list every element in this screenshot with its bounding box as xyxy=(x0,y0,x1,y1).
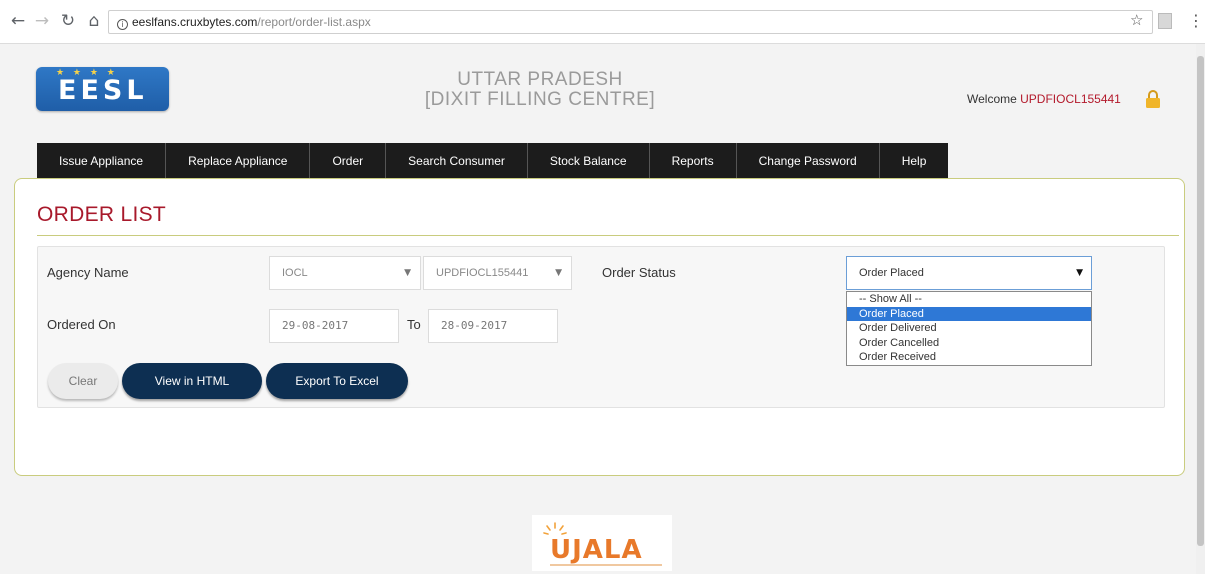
nav-issue-appliance[interactable]: Issue Appliance xyxy=(37,143,167,179)
bookmark-star-icon[interactable]: ☆ xyxy=(1130,11,1143,29)
agency-code-select[interactable]: UPDFIOCL155441 ▼ xyxy=(423,256,572,290)
welcome-label: Welcome xyxy=(967,92,1017,106)
status-option-show-all[interactable]: -- Show All -- xyxy=(847,292,1091,307)
status-option-order-received[interactable]: Order Received xyxy=(847,350,1091,365)
agency-company-select[interactable]: IOCL ▼ xyxy=(269,256,421,290)
status-option-order-delivered[interactable]: Order Delivered xyxy=(847,321,1091,336)
ujala-tagline xyxy=(550,564,662,566)
order-status-value: Order Placed xyxy=(859,267,924,279)
order-list-panel: ORDER LIST Agency Name IOCL ▼ UPDFIOCL15… xyxy=(14,178,1185,476)
home-icon[interactable]: ⌂ xyxy=(84,11,104,31)
nav-order[interactable]: Order xyxy=(310,143,387,179)
reload-icon[interactable]: ↻ xyxy=(58,11,78,31)
address-bar[interactable]: i eeslfans.cruxbytes.com/report/order-lis… xyxy=(108,10,1153,34)
agency-company-value: IOCL xyxy=(282,267,308,279)
browser-menu-icon[interactable]: ⋮ xyxy=(1188,11,1204,30)
order-status-label: Order Status xyxy=(602,265,676,280)
chevron-down-icon: ▼ xyxy=(1076,268,1083,278)
filter-form: Agency Name IOCL ▼ UPDFIOCL155441 ▼ Orde… xyxy=(37,246,1165,408)
view-in-html-button[interactable]: View in HTML xyxy=(122,363,262,399)
nav-reports[interactable]: Reports xyxy=(650,143,737,179)
heading-divider xyxy=(37,235,1179,236)
info-icon[interactable]: i xyxy=(117,19,128,30)
page-title: ORDER LIST xyxy=(37,203,167,226)
nav-change-password[interactable]: Change Password xyxy=(737,143,880,179)
ujala-logo: UJALA xyxy=(532,515,672,571)
status-option-order-cancelled[interactable]: Order Cancelled xyxy=(847,336,1091,351)
order-status-dropdown: -- Show All -- Order Placed Order Delive… xyxy=(846,291,1092,366)
back-icon[interactable]: ← xyxy=(8,11,28,31)
agency-code-value: UPDFIOCL155441 xyxy=(436,267,529,279)
from-date-input[interactable]: 29-08-2017 xyxy=(269,309,399,343)
chevron-down-icon: ▼ xyxy=(555,268,562,278)
forward-icon[interactable]: → xyxy=(32,11,52,31)
agency-name-label: Agency Name xyxy=(47,265,129,280)
main-navigation: Issue Appliance Replace Appliance Order … xyxy=(37,143,949,179)
to-label: To xyxy=(407,317,421,332)
header-title-state: UTTAR PRADESH xyxy=(457,69,623,90)
welcome-username: UPDFIOCL155441 xyxy=(1020,92,1121,106)
eesl-logo[interactable]: ★ ★ ★ ★ EESL xyxy=(36,67,169,111)
nav-search-consumer[interactable]: Search Consumer xyxy=(386,143,528,179)
order-status-select[interactable]: Order Placed ▼ xyxy=(846,256,1092,290)
logo-text: EESL xyxy=(58,75,148,106)
logout-lock-icon[interactable] xyxy=(1145,90,1161,108)
nav-replace-appliance[interactable]: Replace Appliance xyxy=(166,143,311,179)
browser-toolbar: ← → ↻ ⌂ i eeslfans.cruxbytes.com/report/o… xyxy=(0,0,1205,44)
to-date-input[interactable]: 28-09-2017 xyxy=(428,309,558,343)
nav-stock-balance[interactable]: Stock Balance xyxy=(528,143,650,179)
header-title: UTTAR PRADESH [DIXIT FILLING CENTRE] xyxy=(380,70,700,110)
welcome-message: Welcome UPDFIOCL155441 xyxy=(967,92,1121,106)
url-host: eeslfans.cruxbytes.com xyxy=(132,15,258,29)
url-path: /report/order-list.aspx xyxy=(257,15,371,29)
ordered-on-label: Ordered On xyxy=(47,317,116,332)
status-option-order-placed[interactable]: Order Placed xyxy=(847,306,1091,321)
export-to-excel-button[interactable]: Export To Excel xyxy=(266,363,408,399)
scrollbar-thumb[interactable] xyxy=(1197,56,1204,546)
chevron-down-icon: ▼ xyxy=(404,268,411,278)
ujala-logo-text: UJALA xyxy=(550,535,643,565)
header-title-centre: [DIXIT FILLING CENTRE] xyxy=(424,89,656,110)
nav-help[interactable]: Help xyxy=(880,143,949,179)
clear-button[interactable]: Clear xyxy=(48,363,118,399)
extension-icon[interactable] xyxy=(1158,13,1172,29)
